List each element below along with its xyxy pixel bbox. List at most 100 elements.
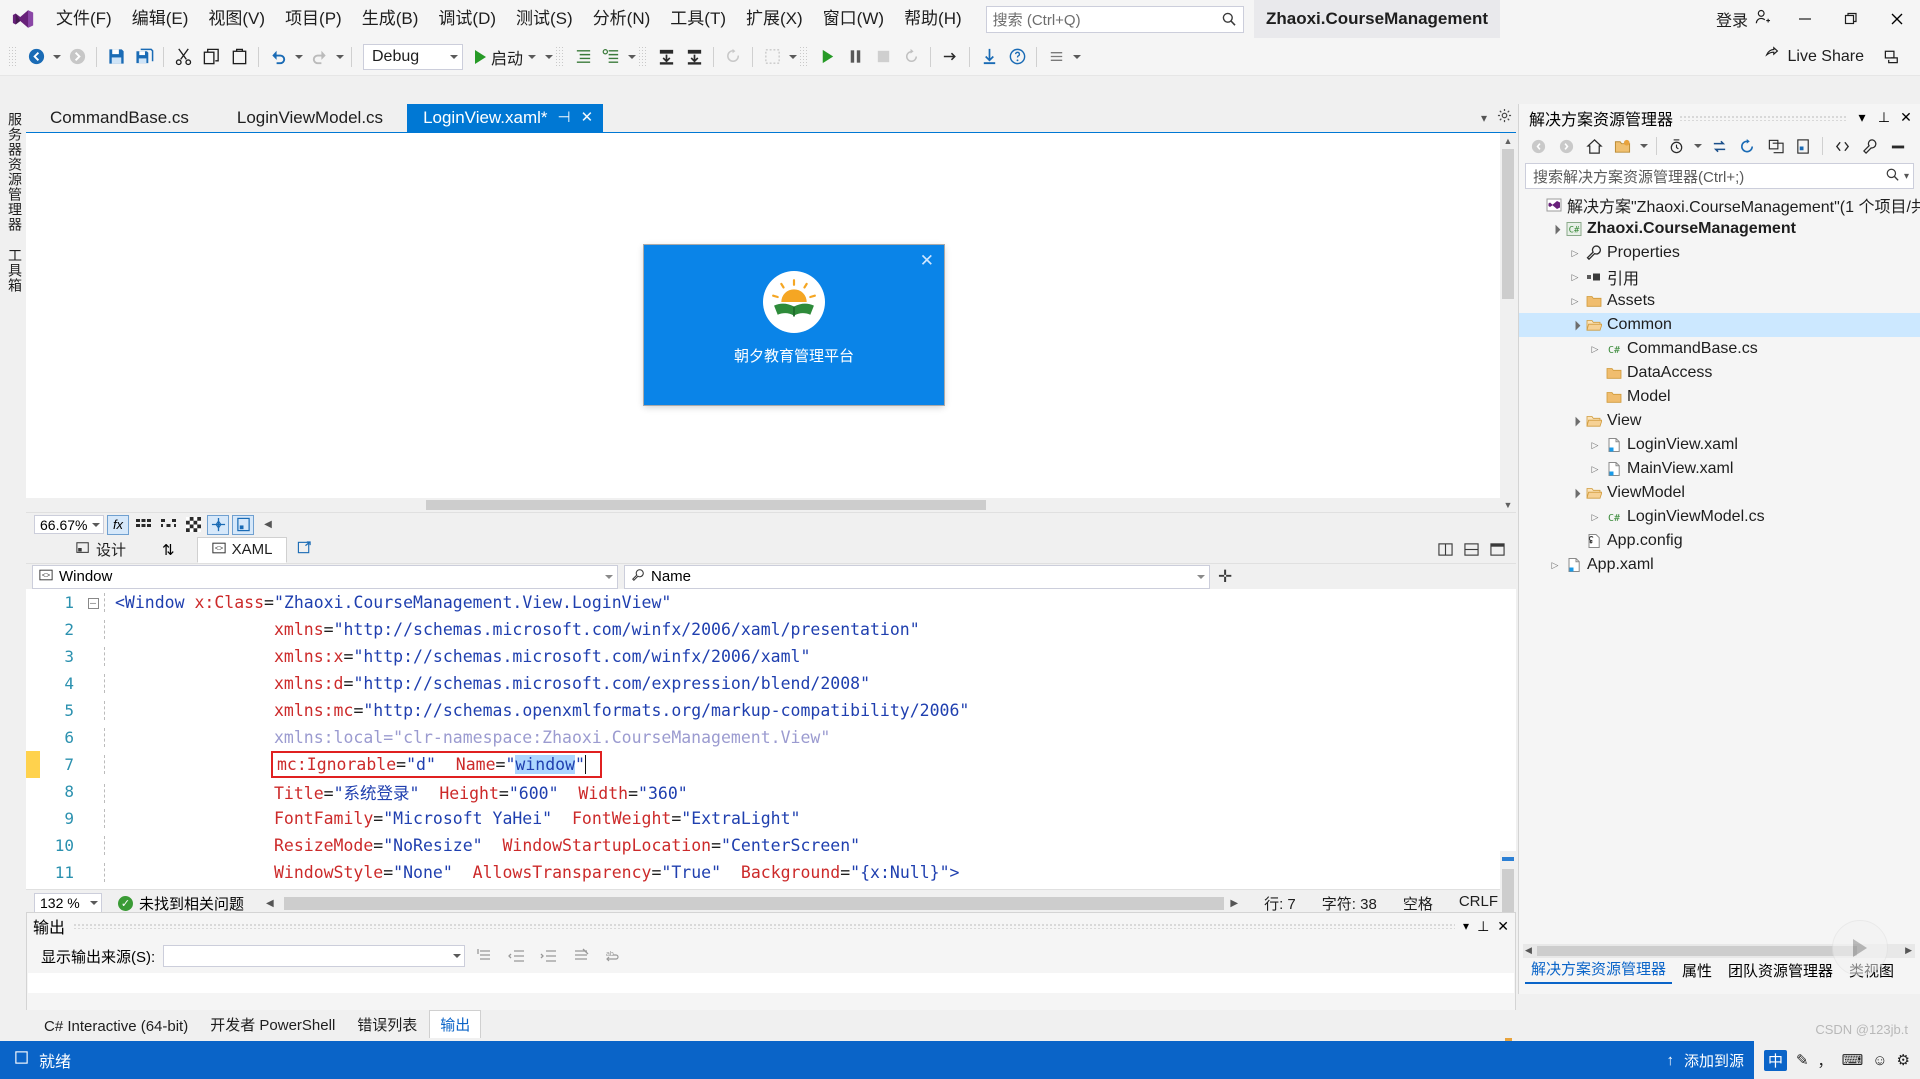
menu-file[interactable]: 文件(F) [46, 0, 122, 38]
step-over-icon[interactable] [680, 43, 708, 71]
tab-output[interactable]: 输出 [429, 1010, 482, 1038]
next-message-icon[interactable] [537, 944, 561, 968]
step-out-icon[interactable] [936, 43, 964, 71]
output-dropdown-icon[interactable]: ▾ [1463, 919, 1469, 933]
grid-dotted-icon[interactable] [157, 515, 179, 535]
restart-icon[interactable] [719, 43, 747, 71]
tree-item-zhaoxi.coursemanagement[interactable]: C# Zhaoxi.CourseManagement [1519, 217, 1920, 241]
sync-icon[interactable] [1706, 133, 1732, 159]
pause-icon[interactable] [841, 43, 869, 71]
output-source-select[interactable] [163, 945, 466, 967]
tree-item-commandbase.cs[interactable]: C# CommandBase.cs [1519, 337, 1920, 361]
popout-icon[interactable] [291, 540, 318, 559]
menu-tools[interactable]: 工具(T) [660, 0, 736, 38]
hot-reload-dropdown-icon[interactable] [625, 45, 638, 69]
expand-arrow-closed-icon[interactable] [1587, 440, 1603, 451]
toolbar-options-icon[interactable] [1042, 43, 1070, 71]
tree-item-dataaccess[interactable]: DataAccess [1519, 361, 1920, 385]
tab-properties[interactable]: 属性 [1676, 957, 1718, 984]
redo-icon[interactable] [305, 43, 333, 71]
tab-developer-powershell[interactable]: 开发者 PowerShell [200, 1011, 345, 1038]
designer-vertical-scrollbar[interactable]: ▲ ▼ [1500, 133, 1516, 512]
expand-arrow-closed-icon[interactable] [1567, 248, 1583, 259]
tree-item-app.xaml[interactable]: App.xaml [1519, 553, 1920, 577]
toolbar-grip[interactable] [638, 45, 649, 68]
tree-item-model[interactable]: Model [1519, 385, 1920, 409]
add-to-source-control-button[interactable]: 添加到源 [1684, 1050, 1744, 1071]
tab-design[interactable]: 设计 [62, 536, 140, 563]
refresh-icon[interactable] [1734, 133, 1760, 159]
fx-icon[interactable]: fx [107, 514, 129, 535]
code-line[interactable]: 5 xmlns:mc="http://schemas.openxmlformat… [26, 697, 1516, 724]
tab-solution-explorer[interactable]: 解决方案资源管理器 [1525, 955, 1673, 984]
tree-item-zhaoxi.coursemanagement1[interactable]: 解决方案"Zhaoxi.CourseManagement"(1 个项目/共 [1519, 193, 1920, 217]
redo-dropdown-icon[interactable] [333, 45, 346, 69]
solution-tree[interactable]: 解决方案"Zhaoxi.CourseManagement"(1 个项目/共 C# Z… [1519, 193, 1920, 577]
tree-item-app.config[interactable]: App.config [1519, 529, 1920, 553]
xaml-designer-surface[interactable]: ✕ 朝夕教育管理平台 ▲ ▼ [26, 132, 1516, 512]
collapse-all-icon[interactable] [1762, 133, 1788, 159]
code-line[interactable]: 2 xmlns="http://schemas.microsoft.com/wi… [26, 616, 1516, 643]
live-share-button[interactable]: Live Share [1763, 45, 1864, 68]
breakpoints-icon[interactable] [758, 43, 786, 71]
menu-project[interactable]: 项目(P) [275, 0, 352, 38]
line-indicator[interactable]: 行: 7 [1264, 893, 1296, 914]
designer-zoom-select[interactable]: 66.67% [34, 515, 104, 534]
tree-item-common[interactable]: Common [1519, 313, 1920, 337]
code-line[interactable]: 3 xmlns:x="http://schemas.microsoft.com/… [26, 643, 1516, 670]
panel-grip[interactable] [1679, 114, 1848, 121]
designer-horizontal-scrollbar[interactable] [26, 498, 1500, 512]
tab-xaml[interactable]: <> XAML [196, 536, 288, 563]
indentation-indicator[interactable]: 空格 [1403, 893, 1433, 914]
login-window-preview[interactable]: ✕ 朝夕教育管理平台 [644, 245, 944, 405]
exception-settings-icon[interactable] [1003, 43, 1031, 71]
document-tab-loginviewmodel[interactable]: LoginViewModel.cs [213, 104, 407, 132]
toolbar-grip[interactable] [8, 45, 18, 68]
start-options-icon[interactable] [542, 45, 555, 69]
toolbar-overflow-icon[interactable] [1070, 45, 1083, 69]
navigate-forward-icon[interactable] [63, 43, 91, 71]
jump-to-message-icon[interactable] [473, 944, 497, 968]
ime-settings-icon[interactable]: ⚙ [1897, 1051, 1910, 1069]
xaml-code-editor[interactable]: 1– <Window x:Class="Zhaoxi.CourseManageme… [26, 589, 1516, 889]
pending-changes-icon[interactable] [1663, 133, 1689, 159]
new-folder-icon[interactable] [1609, 133, 1635, 159]
close-icon[interactable]: ✕ [1898, 109, 1914, 126]
undo-icon[interactable] [264, 43, 292, 71]
save-icon[interactable] [102, 43, 130, 71]
menu-view[interactable]: 视图(V) [198, 0, 275, 38]
hscroll-left-arrow-icon[interactable]: ◀ [266, 898, 274, 909]
code-line[interactable]: 11 WindowStyle="None" AllowsTransparency… [26, 859, 1516, 886]
step-into-icon[interactable] [652, 43, 680, 71]
checker-icon[interactable] [182, 515, 204, 535]
expand-arrow-closed-icon[interactable] [1547, 560, 1563, 571]
tree-item-loginviewmodel.cs[interactable]: C# LoginViewModel.cs [1519, 505, 1920, 529]
tree-item-assets[interactable]: Assets [1519, 289, 1920, 313]
restart-debug-icon[interactable] [897, 43, 925, 71]
collapse-pane-icon[interactable]: ◀ [257, 515, 279, 535]
tree-item-viewmodel[interactable]: ViewModel [1519, 481, 1920, 505]
output-text-area[interactable] [28, 973, 1514, 993]
properties-icon[interactable] [1857, 133, 1883, 159]
live-share-session-icon[interactable] [1878, 43, 1906, 71]
menu-edit[interactable]: 编辑(E) [122, 0, 199, 38]
code-line[interactable]: 7 mc:Ignorable="d" Name="window" [26, 751, 1516, 778]
forward-icon[interactable] [1553, 133, 1579, 159]
document-tab-commandbase[interactable]: CommandBase.cs [26, 104, 213, 132]
minimize-button[interactable] [1782, 0, 1828, 38]
pin-icon[interactable]: ⊥ [1876, 109, 1892, 126]
code-view-icon[interactable] [1829, 133, 1855, 159]
scope-select[interactable]: <> Window [32, 564, 618, 589]
tab-settings-gear-icon[interactable] [1497, 108, 1512, 128]
maximize-pane-icon[interactable] [1486, 540, 1508, 560]
tree-item-view[interactable]: View [1519, 409, 1920, 433]
menu-test[interactable]: 测试(S) [506, 0, 583, 38]
menu-extensions[interactable]: 扩展(X) [736, 0, 813, 38]
floating-run-button[interactable] [1832, 920, 1888, 976]
code-line[interactable]: 6 xmlns:local="clr-namespace:Zhaoxi.Cour… [26, 724, 1516, 751]
code-line[interactable]: 9 FontFamily="Microsoft YaHei" FontWeigh… [26, 805, 1516, 832]
tree-item-mainview.xaml[interactable]: MainView.xaml [1519, 457, 1920, 481]
expand-arrow-closed-icon[interactable] [1587, 344, 1603, 355]
home-icon[interactable] [1581, 133, 1607, 159]
navigate-back-icon[interactable] [22, 43, 50, 71]
